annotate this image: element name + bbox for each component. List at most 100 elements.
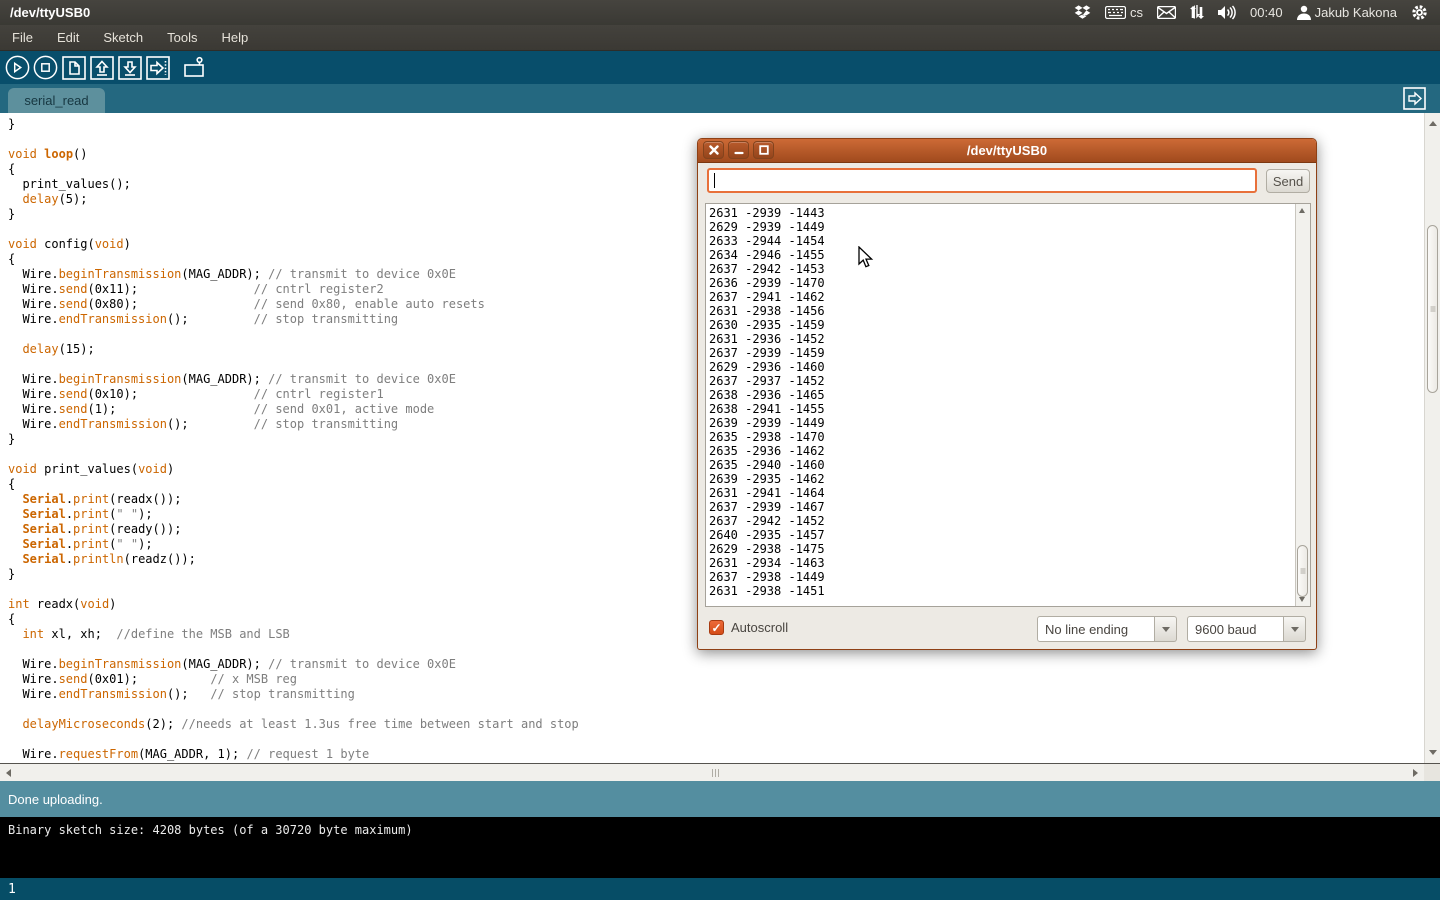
code-line: { (8, 477, 579, 492)
serial-monitor-controls: ✓ Autoscroll No line ending 9600 baud (698, 615, 1316, 649)
editor-vertical-scrollbar[interactable] (1424, 113, 1440, 763)
verify-button[interactable] (5, 55, 30, 80)
code-line (8, 447, 579, 462)
menu-sketch[interactable]: Sketch (91, 26, 155, 49)
serial-line: 2635 -2940 -1460 (709, 458, 825, 472)
serial-output: 2631 -2939 -14432629 -2939 -14492633 -29… (709, 206, 825, 598)
code-line: { (8, 612, 579, 627)
code-line: Wire.endTransmission(); // stop transmit… (8, 312, 579, 327)
scroll-left-icon[interactable] (6, 769, 11, 777)
code-line: Wire.send(0x01); // x MSB reg (8, 672, 579, 687)
serial-output-area[interactable]: 2631 -2939 -14432629 -2939 -14492633 -29… (705, 203, 1311, 607)
code-line: } (8, 117, 579, 132)
serial-line: 2631 -2934 -1463 (709, 556, 825, 570)
stop-button[interactable] (33, 55, 58, 80)
serial-monitor-toggle-icon[interactable] (1403, 87, 1426, 115)
system-tray: cs 00:40 Jakub Kakona (1074, 4, 1440, 21)
serial-line: 2637 -2941 -1462 (709, 290, 825, 304)
chevron-down-icon[interactable] (1284, 616, 1306, 642)
code-line: Serial.print(" "); (8, 537, 579, 552)
send-button[interactable]: Send (1266, 169, 1310, 193)
line-ending-dropdown[interactable]: No line ending (1037, 616, 1177, 642)
serial-send-input[interactable] (707, 168, 1257, 193)
tab-bar: serial_read (0, 84, 1440, 113)
mail-icon[interactable] (1157, 6, 1176, 19)
serial-line: 2637 -2937 -1452 (709, 374, 825, 388)
serial-line: 2635 -2938 -1470 (709, 430, 825, 444)
line-ending-value: No line ending (1037, 616, 1155, 642)
new-sketch-button[interactable] (61, 55, 86, 80)
menu-help[interactable]: Help (209, 26, 260, 49)
status-bar: Done uploading. (0, 781, 1440, 817)
network-arrows-icon[interactable] (1190, 5, 1204, 20)
scrollbar-corner (1424, 763, 1440, 781)
menu-edit[interactable]: Edit (45, 26, 91, 49)
code-line (8, 702, 579, 717)
serial-monitor-title: /dev/ttyUSB0 (967, 143, 1047, 158)
code-line: delay(5); (8, 192, 579, 207)
user-menu[interactable]: Jakub Kakona (1297, 5, 1397, 20)
scroll-down-icon[interactable] (1429, 750, 1437, 755)
scroll-up-icon[interactable] (1429, 121, 1437, 126)
code-line: } (8, 432, 579, 447)
active-window-title: /dev/ttyUSB0 (0, 5, 90, 20)
menu-tools[interactable]: Tools (155, 26, 209, 49)
dropbox-icon[interactable] (1074, 5, 1091, 20)
upload-button[interactable] (145, 55, 170, 80)
code-line: { (8, 162, 579, 177)
gear-icon[interactable] (1411, 4, 1428, 21)
keyboard-layout-indicator[interactable]: cs (1105, 5, 1143, 20)
serial-line: 2633 -2944 -1454 (709, 234, 825, 248)
serial-scrollbar-thumb[interactable] (1297, 545, 1308, 597)
serial-monitor-titlebar[interactable]: /dev/ttyUSB0 (698, 139, 1316, 163)
serial-line: 2636 -2939 -1470 (709, 276, 825, 290)
open-sketch-button[interactable] (89, 55, 114, 80)
code-line: print_values(); (8, 177, 579, 192)
tab-serial-read[interactable]: serial_read (8, 88, 105, 113)
code-line (8, 222, 579, 237)
code-line: void config(void) (8, 237, 579, 252)
serial-line: 2637 -2942 -1452 (709, 514, 825, 528)
serial-line: 2629 -2939 -1449 (709, 220, 825, 234)
chevron-down-icon[interactable] (1155, 616, 1177, 642)
code-line: int readx(void) (8, 597, 579, 612)
serial-vertical-scrollbar[interactable] (1295, 204, 1310, 606)
code-line (8, 357, 579, 372)
scroll-right-icon[interactable] (1413, 769, 1418, 777)
minimize-icon[interactable] (728, 141, 749, 159)
close-icon[interactable] (703, 141, 724, 159)
autoscroll-checkbox[interactable]: ✓ (709, 620, 724, 635)
code-area: } void loop(){ print_values(); delay(5);… (8, 117, 579, 762)
serial-line: 2631 -2938 -1451 (709, 584, 825, 598)
clock[interactable]: 00:40 (1250, 5, 1283, 20)
baud-rate-dropdown[interactable]: 9600 baud (1187, 616, 1306, 642)
baud-rate-value: 9600 baud (1187, 616, 1284, 642)
serial-scroll-down-icon[interactable] (1299, 597, 1305, 602)
serial-line: 2629 -2938 -1475 (709, 542, 825, 556)
serial-line: 2637 -2939 -1459 (709, 346, 825, 360)
serial-scroll-up-icon[interactable] (1299, 208, 1305, 213)
maximize-icon[interactable] (753, 141, 774, 159)
code-line (8, 732, 579, 747)
serial-line: 2631 -2941 -1464 (709, 486, 825, 500)
serial-line: 2635 -2936 -1462 (709, 444, 825, 458)
code-line: delayMicroseconds(2); //needs at least 1… (8, 717, 579, 732)
editor-horizontal-scrollbar[interactable] (0, 763, 1424, 781)
menu-file[interactable]: File (0, 26, 45, 49)
code-line: Wire.beginTransmission(MAG_ADDR); // tra… (8, 267, 579, 282)
mouse-cursor (858, 246, 874, 274)
save-sketch-button[interactable] (117, 55, 142, 80)
console-text: Binary sketch size: 4208 bytes (of a 307… (8, 823, 413, 837)
serial-line: 2640 -2935 -1457 (709, 528, 825, 542)
menubar: FileEditSketchToolsHelp (0, 25, 1440, 51)
volume-icon[interactable] (1218, 5, 1236, 20)
console-output: Binary sketch size: 4208 bytes (of a 307… (0, 817, 1440, 878)
code-line: Serial.println(readz()); (8, 552, 579, 567)
editor-scrollbar-thumb[interactable] (1427, 225, 1438, 393)
serial-line: 2637 -2938 -1449 (709, 570, 825, 584)
hscrollbar-grip[interactable] (712, 769, 719, 777)
code-line (8, 642, 579, 657)
window-controls (703, 141, 774, 159)
serial-monitor-button[interactable] (182, 55, 207, 80)
code-line: int xl, xh; //define the MSB and LSB (8, 627, 579, 642)
